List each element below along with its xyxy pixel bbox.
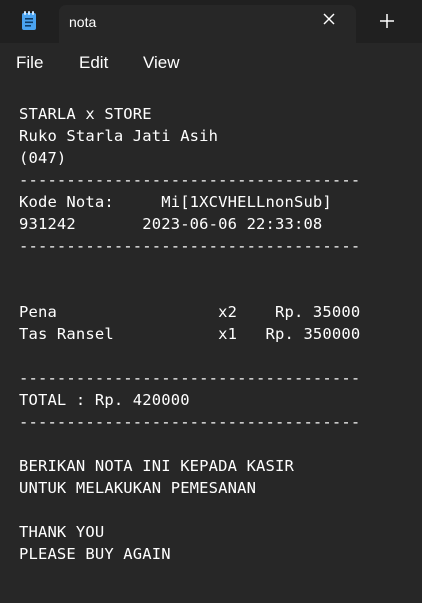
document-line: ------------------------------------ xyxy=(19,413,361,431)
document-line: 931242 2023-06-06 22:33:08 xyxy=(19,215,323,233)
document-line: ------------------------------------ xyxy=(19,171,361,189)
tab-bar: nota xyxy=(0,0,422,43)
menu-view[interactable]: View xyxy=(143,53,180,73)
document-line: PLEASE BUY AGAIN xyxy=(19,545,171,563)
document-line: UNTUK MELAKUKAN PEMESANAN xyxy=(19,479,257,497)
document-line: THANK YOU xyxy=(19,523,105,541)
tab-title: nota xyxy=(69,14,97,30)
document-line: Tas Ransel x1 Rp. 350000 xyxy=(19,325,361,343)
menu-file[interactable]: File xyxy=(16,53,43,73)
menu-bar: File Edit View xyxy=(0,43,422,81)
document-line: (047) xyxy=(19,149,67,167)
text-editor[interactable]: STARLA x STORE Ruko Starla Jati Asih (04… xyxy=(0,81,422,603)
document-line: TOTAL : Rp. 420000 xyxy=(19,391,190,409)
document-line: STARLA x STORE xyxy=(19,105,152,123)
notepad-icon xyxy=(18,10,40,32)
document-line: BERIKAN NOTA INI KEPADA KASIR xyxy=(19,457,294,475)
tab-nota[interactable]: nota xyxy=(59,5,356,43)
document-line: Kode Nota: Mi[1XCVHELLnonSub] xyxy=(19,193,332,211)
menu-edit[interactable]: Edit xyxy=(79,53,108,73)
document-line: ------------------------------------ xyxy=(19,369,361,387)
close-icon[interactable] xyxy=(321,11,337,27)
document-line: ------------------------------------ xyxy=(19,237,361,255)
plus-icon[interactable] xyxy=(378,12,396,30)
document-line: Ruko Starla Jati Asih xyxy=(19,127,219,145)
document-line: Pena x2 Rp. 35000 xyxy=(19,303,361,321)
